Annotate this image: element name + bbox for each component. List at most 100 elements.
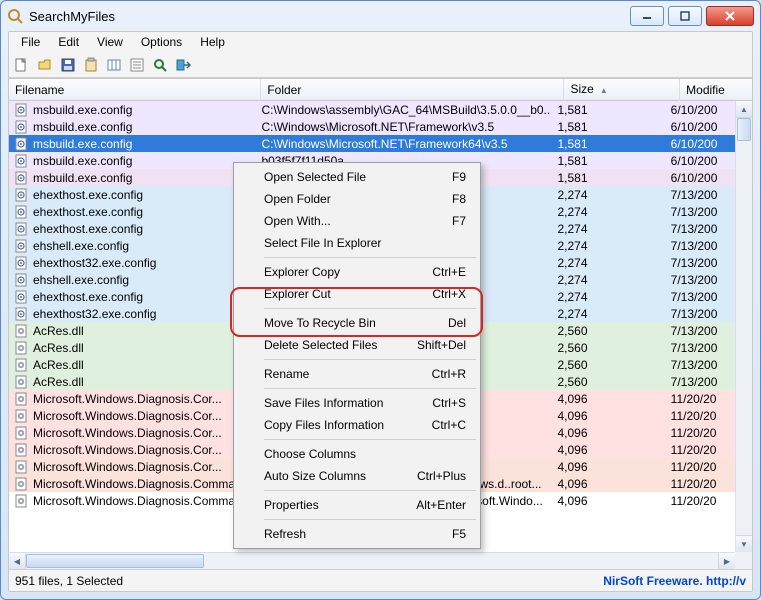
- context-menu-item[interactable]: Auto Size ColumnsCtrl+Plus: [236, 465, 478, 487]
- column-size[interactable]: Size▲: [564, 78, 680, 102]
- cell-filename: msbuild.exe.config: [33, 154, 132, 168]
- scroll-left-icon[interactable]: ◀: [9, 553, 26, 569]
- menu-options[interactable]: Options: [133, 34, 190, 50]
- cell-modified: 6/10/200: [665, 120, 735, 134]
- maximize-button[interactable]: [668, 6, 702, 26]
- context-menu-item[interactable]: Move To Recycle BinDel: [236, 312, 478, 334]
- context-menu-item[interactable]: Open Selected FileF9: [236, 166, 478, 188]
- cell-modified: 11/20/20: [665, 409, 735, 423]
- context-menu-item[interactable]: Open FolderF8: [236, 188, 478, 210]
- context-menu-item[interactable]: Choose Columns: [236, 443, 478, 465]
- column-modified[interactable]: Modifie: [680, 79, 752, 101]
- tool-find-icon[interactable]: [151, 56, 169, 74]
- cell-size: 2,274: [551, 307, 664, 321]
- minimize-button[interactable]: [630, 6, 664, 26]
- context-menu-separator: [264, 388, 476, 389]
- cell-filename: Microsoft.Windows.Diagnosis.Cor...: [33, 460, 222, 474]
- context-menu-item[interactable]: Explorer CopyCtrl+E: [236, 261, 478, 283]
- cell-filename: ehexthost32.exe.config: [33, 256, 156, 270]
- cell-modified: 11/20/20: [665, 426, 735, 440]
- cell-modified: 11/20/20: [665, 494, 735, 508]
- menu-view[interactable]: View: [89, 34, 131, 50]
- context-menu-item[interactable]: Select File In Explorer: [236, 232, 478, 254]
- file-icon: [15, 426, 29, 440]
- window-title: SearchMyFiles: [29, 9, 115, 24]
- tool-save-icon[interactable]: [59, 56, 77, 74]
- context-menu-item[interactable]: Open With...F7: [236, 210, 478, 232]
- close-button[interactable]: [706, 6, 754, 26]
- cell-size: 1,581: [551, 120, 664, 134]
- tool-new-icon[interactable]: [13, 56, 31, 74]
- context-menu-item[interactable]: Delete Selected FilesShift+Del: [236, 334, 478, 356]
- cell-modified: 7/13/200: [665, 307, 735, 321]
- context-menu-item[interactable]: Save Files InformationCtrl+S: [236, 392, 478, 414]
- context-menu-item[interactable]: Copy Files InformationCtrl+C: [236, 414, 478, 436]
- sort-asc-icon: ▲: [600, 86, 608, 95]
- cell-filename: AcRes.dll: [33, 341, 84, 355]
- column-filename[interactable]: Filename: [9, 79, 261, 101]
- cell-filename: ehexthost.exe.config: [33, 205, 143, 219]
- title-bar[interactable]: SearchMyFiles: [1, 1, 760, 31]
- status-text: 951 files, 1 Selected: [15, 574, 123, 588]
- app-window: SearchMyFiles File Edit View Options Hel…: [0, 0, 761, 600]
- context-menu-item[interactable]: PropertiesAlt+Enter: [236, 494, 478, 516]
- menu-help[interactable]: Help: [192, 34, 233, 50]
- cell-modified: 7/13/200: [665, 375, 735, 389]
- cell-size: 2,560: [551, 324, 664, 338]
- scroll-thumb[interactable]: [737, 118, 751, 141]
- cell-modified: 7/13/200: [665, 239, 735, 253]
- cell-size: 2,274: [551, 205, 664, 219]
- cell-size: 4,096: [551, 409, 664, 423]
- cell-modified: 11/20/20: [665, 443, 735, 457]
- file-icon: [15, 375, 29, 389]
- context-menu-item[interactable]: Explorer CutCtrl+X: [236, 283, 478, 305]
- cell-filename: ehshell.exe.config: [33, 273, 129, 287]
- cell-modified: 11/20/20: [665, 392, 735, 406]
- column-folder[interactable]: Folder: [261, 79, 564, 101]
- tool-open-icon[interactable]: [36, 56, 54, 74]
- cell-filename: Microsoft.Windows.Diagnosis.Cor...: [33, 426, 222, 440]
- hscroll-thumb[interactable]: [26, 554, 204, 568]
- vertical-scrollbar[interactable]: ▲ ▼: [735, 101, 752, 552]
- scroll-right-icon[interactable]: ▶: [718, 553, 735, 569]
- tool-properties-icon[interactable]: [128, 56, 146, 74]
- scroll-up-icon[interactable]: ▲: [736, 101, 752, 118]
- status-bar: 951 files, 1 Selected NirSoft Freeware. …: [9, 569, 752, 591]
- cell-modified: 7/13/200: [665, 205, 735, 219]
- table-row[interactable]: msbuild.exe.configC:\Windows\assembly\GA…: [9, 101, 735, 118]
- status-link[interactable]: NirSoft Freeware. http://v: [603, 574, 746, 588]
- tool-exit-icon[interactable]: [174, 56, 192, 74]
- cell-size: 2,560: [551, 358, 664, 372]
- tool-clipboard-icon[interactable]: [82, 56, 100, 74]
- context-menu-item[interactable]: RenameCtrl+R: [236, 363, 478, 385]
- table-row[interactable]: msbuild.exe.configC:\Windows\Microsoft.N…: [9, 118, 735, 135]
- cell-size: 2,274: [551, 239, 664, 253]
- file-icon: [15, 154, 29, 168]
- scroll-down-icon[interactable]: ▼: [736, 535, 752, 552]
- cell-folder: C:\Windows\Microsoft.NET\Framework\v3.5: [255, 120, 551, 134]
- cell-size: 4,096: [551, 392, 664, 406]
- cell-modified: 6/10/200: [665, 154, 735, 168]
- context-menu-item[interactable]: RefreshF5: [236, 523, 478, 545]
- tool-choose-columns-icon[interactable]: [105, 56, 123, 74]
- toolbar: [9, 52, 752, 78]
- menu-edit[interactable]: Edit: [50, 34, 87, 50]
- menu-file[interactable]: File: [13, 34, 48, 50]
- scroll-corner: [735, 552, 752, 569]
- cell-modified: 7/13/200: [665, 290, 735, 304]
- context-menu-separator: [264, 359, 476, 360]
- cell-filename: ehexthost.exe.config: [33, 222, 143, 236]
- cell-size: 2,274: [551, 188, 664, 202]
- cell-size: 1,581: [551, 137, 664, 151]
- horizontal-scrollbar[interactable]: ◀ ▶: [9, 552, 735, 569]
- cell-size: 4,096: [551, 426, 664, 440]
- context-menu-separator: [264, 439, 476, 440]
- table-row[interactable]: msbuild.exe.configC:\Windows\Microsoft.N…: [9, 135, 735, 152]
- cell-filename: ehexthost.exe.config: [33, 188, 143, 202]
- cell-modified: 7/13/200: [665, 273, 735, 287]
- cell-filename: Microsoft.Windows.Diagnosis.Commands....: [33, 477, 255, 491]
- menu-bar: File Edit View Options Help: [9, 32, 752, 52]
- cell-filename: AcRes.dll: [33, 358, 84, 372]
- cell-filename: AcRes.dll: [33, 324, 84, 338]
- file-icon: [15, 222, 29, 236]
